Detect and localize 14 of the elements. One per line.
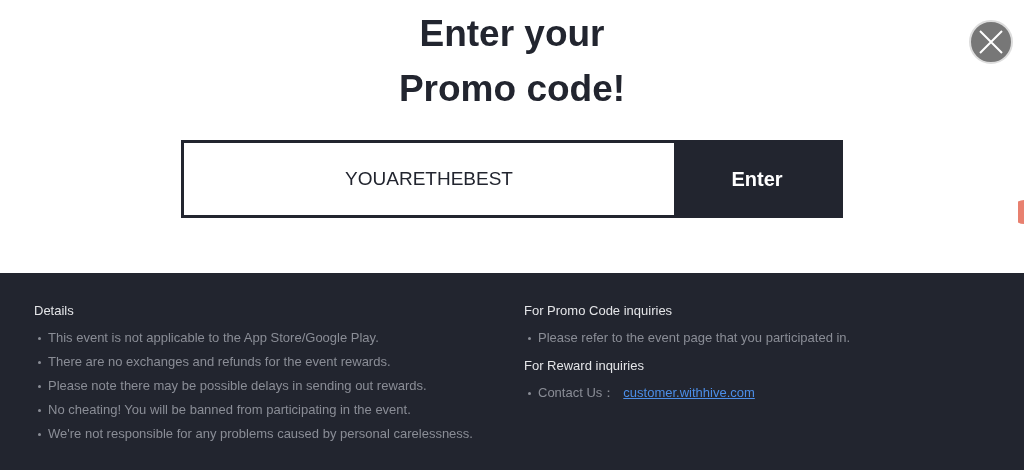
detail-item: This event is not applicable to the App Store/Google Play. (38, 326, 524, 350)
contact-label: Contact Us： (538, 385, 616, 400)
inquiry-item: Please refer to the event page that you participated in. (528, 326, 851, 350)
detail-item: No cheating! You will be banned from participating in the event. (38, 398, 524, 422)
detail-item: Please note there may be possible delays in sending out rewards. (38, 374, 524, 398)
section-heading: For Promo Code inquiries (524, 303, 674, 318)
detail-item: There are no exchanges and refunds for the event rewards. (38, 350, 524, 374)
section-heading: For Reward inquiries (524, 358, 645, 373)
section-heading: Details (34, 303, 75, 318)
close-icon[interactable] (968, 19, 1014, 65)
page-title: Enter your Promo code! (398, 12, 626, 111)
promo-code-field[interactable]: YOUARETHEBEST (184, 143, 674, 215)
detail-item: We're not responsible for any problems caused by personal carelessness. (38, 422, 524, 446)
email-link[interactable]: customer.withhive.com (623, 385, 755, 400)
